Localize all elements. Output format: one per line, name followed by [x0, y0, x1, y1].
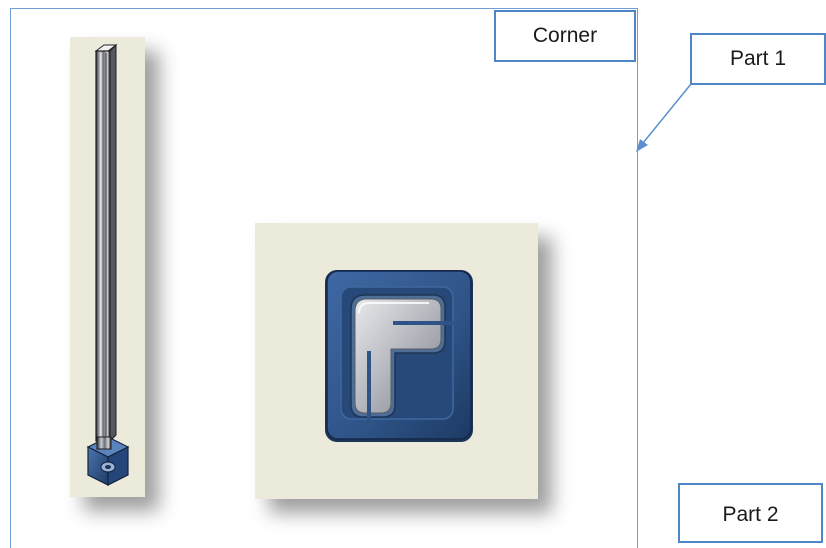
corner-label-box: Corner [494, 10, 636, 62]
part2-label-box: Part 2 [678, 483, 823, 543]
part2-label: Part 2 [722, 503, 779, 526]
part1-label-box: Part 1 [690, 33, 826, 85]
corner-label: Corner [532, 24, 598, 47]
part1-label: Part 1 [729, 47, 787, 70]
